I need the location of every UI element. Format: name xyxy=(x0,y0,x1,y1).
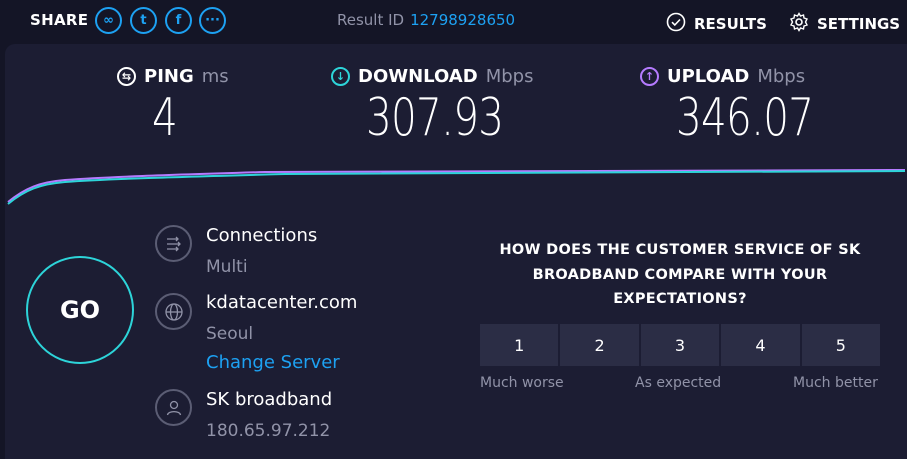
settings-link[interactable]: SETTINGS xyxy=(789,12,900,36)
connections-title: Connections xyxy=(206,225,318,246)
upload-header: ↑ UPLOAD Mbps xyxy=(640,66,805,87)
results-link[interactable]: RESULTS xyxy=(666,12,767,36)
ping-header: ⇆ PING ms xyxy=(117,66,229,87)
connections-value[interactable]: Multi xyxy=(206,257,248,277)
ping-label: PING xyxy=(144,66,194,87)
server-location: Seoul xyxy=(206,324,254,344)
rating-button-4[interactable]: 4 xyxy=(721,324,800,366)
results-label: RESULTS xyxy=(694,15,767,33)
result-id-label: Result ID xyxy=(337,11,405,29)
upload-arrow-icon: ↑ xyxy=(640,67,659,86)
top-bar: SHARE ∞ t f ··· Result ID 12798928650 RES… xyxy=(0,0,907,44)
survey-question: HOW DOES THE CUSTOMER SERVICE OF SK BROA… xyxy=(499,242,861,307)
rating-low-label: Much worse xyxy=(480,375,564,391)
speed-graph xyxy=(7,169,906,205)
link-icon[interactable]: ∞ xyxy=(95,7,122,34)
ping-value: 4 xyxy=(152,88,178,148)
download-arrow-icon: ↓ xyxy=(331,67,350,86)
change-server-link[interactable]: Change Server xyxy=(206,352,340,373)
rating-button-2[interactable]: 2 xyxy=(560,324,639,366)
globe-icon xyxy=(155,293,192,330)
rating-scale: 1 2 3 4 5 xyxy=(480,324,881,366)
user-icon xyxy=(155,389,192,426)
download-unit: Mbps xyxy=(485,66,534,87)
check-circle-icon xyxy=(666,12,686,36)
rating-high-label: Much better xyxy=(793,375,878,391)
upload-value: 346.07 xyxy=(676,88,814,148)
twitter-icon[interactable]: t xyxy=(130,7,157,34)
server-name: kdatacenter.com xyxy=(206,292,358,313)
rating-button-5[interactable]: 5 xyxy=(801,324,881,366)
gear-icon xyxy=(789,12,809,36)
facebook-icon[interactable]: f xyxy=(165,7,192,34)
download-label: DOWNLOAD xyxy=(358,66,478,87)
rating-button-3[interactable]: 3 xyxy=(640,324,720,366)
connections-icon xyxy=(155,225,192,262)
upload-graph-line xyxy=(7,169,906,203)
settings-label: SETTINGS xyxy=(817,15,901,33)
share-label: SHARE xyxy=(30,11,89,29)
upload-unit: Mbps xyxy=(757,66,806,87)
isp-name: SK broadband xyxy=(206,389,333,410)
rating-button-1[interactable]: 1 xyxy=(480,324,559,366)
rating-mid-label: As expected xyxy=(635,375,722,391)
more-icon[interactable]: ··· xyxy=(199,7,226,34)
ping-unit: ms xyxy=(201,66,229,87)
download-header: ↓ DOWNLOAD Mbps xyxy=(331,66,533,87)
ping-icon: ⇆ xyxy=(117,67,136,86)
upload-label: UPLOAD xyxy=(667,66,750,87)
download-value: 307.93 xyxy=(366,88,504,148)
result-id-link[interactable]: 12798928650 xyxy=(410,11,515,29)
result-id: Result ID 12798928650 xyxy=(337,11,515,29)
go-button[interactable]: GO xyxy=(26,256,134,364)
ip-address: 180.65.97.212 xyxy=(206,421,331,441)
